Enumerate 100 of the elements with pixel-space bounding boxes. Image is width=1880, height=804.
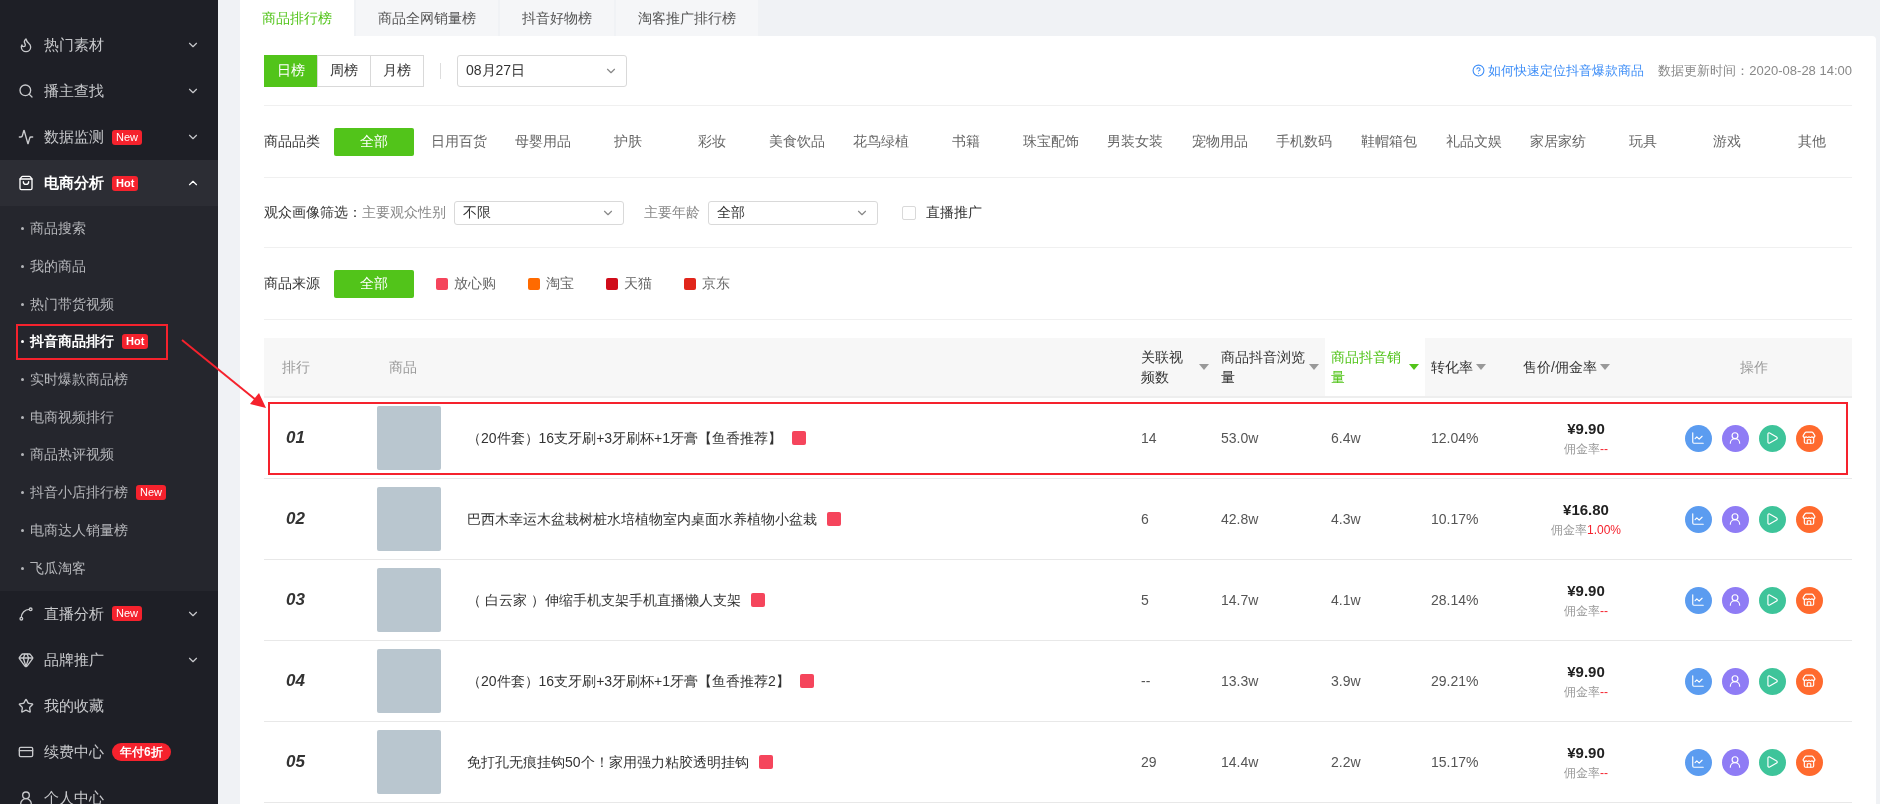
category-option[interactable]: 美食饮品 xyxy=(756,127,837,156)
category-option[interactable]: 玩具 xyxy=(1602,127,1683,156)
submenu-item[interactable]: 实时爆款商品榜 xyxy=(16,361,133,398)
category-option[interactable]: 男装女装 xyxy=(1095,127,1176,156)
source-option[interactable]: 天猫 xyxy=(596,269,662,298)
action-button[interactable] xyxy=(1795,748,1823,776)
sidebar-item[interactable]: 热门素材 xyxy=(0,22,218,68)
sidebar-item[interactable]: 电商分析 Hot xyxy=(0,160,218,206)
badge: Hot xyxy=(112,175,139,191)
action-button[interactable] xyxy=(1684,424,1712,452)
action-button[interactable] xyxy=(1721,424,1749,452)
badge: New xyxy=(112,606,142,622)
action-button[interactable] xyxy=(1795,505,1823,533)
sidebar-item[interactable]: 播主查找 xyxy=(0,68,218,114)
action-button[interactable] xyxy=(1684,748,1712,776)
bag-icon xyxy=(827,512,841,526)
product-photo xyxy=(377,487,441,551)
category-option[interactable]: 宠物用品 xyxy=(1179,127,1260,156)
category-option[interactable]: 礼品文娱 xyxy=(1433,127,1514,156)
sidebar-item[interactable]: 我的收藏 xyxy=(0,682,218,729)
category-option[interactable]: 家居家纺 xyxy=(1518,127,1599,156)
sidebar-item[interactable]: 品牌推广 xyxy=(0,636,218,683)
action-button[interactable] xyxy=(1684,505,1712,533)
category-option[interactable]: 游戏 xyxy=(1687,127,1768,156)
bullet-icon xyxy=(21,265,24,269)
tab[interactable]: 淘客推广排行榜 xyxy=(616,0,758,36)
category-option[interactable]: 护肤 xyxy=(587,127,668,156)
action-button[interactable] xyxy=(1721,505,1749,533)
rank-cell-text: 03 xyxy=(285,589,305,612)
category-option[interactable]: 彩妆 xyxy=(672,127,753,156)
checkbox[interactable] xyxy=(902,205,916,220)
tab[interactable]: 商品全网销量榜 xyxy=(356,0,498,36)
table-cell-text: 4.1w xyxy=(1330,590,1361,610)
submenu-item[interactable]: 商品热评视频 xyxy=(16,436,119,473)
product-name[interactable]: 巴西木幸运木盆栽树桩水培植物室内桌面水养植物小盆栽 xyxy=(467,508,817,530)
date-select[interactable]: 08月27日 xyxy=(457,54,627,87)
category-option[interactable]: 日用百货 xyxy=(418,127,499,156)
product-name[interactable]: （20件套）16支牙刷+3牙刷杯+1牙膏【鱼香推荐】 xyxy=(467,427,783,449)
column-header[interactable]: 关联视频数 xyxy=(1135,338,1215,396)
action-button[interactable] xyxy=(1795,586,1823,614)
column-header[interactable]: 转化率 xyxy=(1425,338,1517,396)
play-icon xyxy=(1765,593,1779,607)
source-option[interactable]: 放心购 xyxy=(426,269,506,298)
category-option[interactable]: 鞋帽箱包 xyxy=(1348,127,1429,156)
action-button[interactable] xyxy=(1758,667,1786,695)
column-header[interactable]: 售价/佣金率 xyxy=(1517,338,1655,396)
action-button[interactable] xyxy=(1684,586,1712,614)
price: ¥9.90 xyxy=(1567,418,1605,439)
age-select[interactable]: 全部 xyxy=(708,200,878,225)
period-tab[interactable]: 周榜 xyxy=(317,54,371,87)
action-button[interactable] xyxy=(1721,748,1749,776)
period-tab[interactable]: 月榜 xyxy=(370,54,424,87)
rank-cell-text: 01 xyxy=(285,427,305,450)
filter-label: 商品来源 xyxy=(264,274,321,293)
submenu-item[interactable]: 热门带货视频 xyxy=(16,286,119,323)
shop-icon xyxy=(1802,674,1816,688)
submenu-item[interactable]: 抖音商品排行 Hot xyxy=(16,323,169,360)
source-option[interactable]: 京东 xyxy=(674,269,740,298)
product-name[interactable]: （20件套）16支牙刷+3牙刷杯+1牙膏【鱼香推荐2】 xyxy=(467,670,790,692)
sidebar-item[interactable]: 数据监测 New xyxy=(0,114,218,160)
gender-select[interactable]: 不限 xyxy=(454,200,624,225)
category-option[interactable]: 母婴用品 xyxy=(503,127,584,156)
action-button[interactable] xyxy=(1758,586,1786,614)
table-cell-text: 13.3w xyxy=(1220,671,1259,691)
action-button[interactable] xyxy=(1795,667,1823,695)
action-button[interactable] xyxy=(1758,424,1786,452)
category-option[interactable]: 其他 xyxy=(1771,127,1852,156)
submenu-item[interactable]: 商品搜索 xyxy=(16,210,91,247)
rank-cell-text: 04 xyxy=(285,670,305,693)
product-name[interactable]: （ 白云家 ）伸缩手机支架手机直播懒人支架 xyxy=(467,589,741,611)
category-option[interactable]: 花鸟绿植 xyxy=(841,127,922,156)
sidebar-item[interactable]: 直播分析 New xyxy=(0,590,218,637)
category-option[interactable]: 书籍 xyxy=(926,127,1007,156)
column-header[interactable]: 商品抖音浏览量 xyxy=(1215,338,1325,396)
action-button[interactable] xyxy=(1758,505,1786,533)
submenu-item[interactable]: 抖音小店排行榜 New xyxy=(16,474,171,511)
column-header: 操作 xyxy=(1655,338,1852,396)
category-option[interactable]: 珠宝配饰 xyxy=(1010,127,1091,156)
submenu-item[interactable]: 我的商品 xyxy=(16,248,91,285)
submenu-item[interactable]: 电商达人销量榜 xyxy=(16,512,133,549)
submenu-item[interactable]: 飞瓜淘客 xyxy=(16,550,91,587)
source-option[interactable]: 淘宝 xyxy=(518,269,584,298)
person-icon xyxy=(1728,755,1742,769)
filter-label: 主要观众性别 xyxy=(362,203,446,222)
action-button[interactable] xyxy=(1758,748,1786,776)
action-button[interactable] xyxy=(1721,667,1749,695)
table-cell-text: 10.17% xyxy=(1430,509,1479,529)
product-photo xyxy=(377,568,441,632)
shop-icon xyxy=(1802,512,1816,526)
action-button[interactable] xyxy=(1684,667,1712,695)
play-icon xyxy=(1765,431,1779,445)
play-icon xyxy=(1765,755,1779,769)
submenu-item[interactable]: 电商视频排行 xyxy=(16,399,119,436)
category-option[interactable]: 手机数码 xyxy=(1264,127,1345,156)
bullet-icon xyxy=(21,528,24,532)
action-button[interactable] xyxy=(1721,586,1749,614)
product-name[interactable]: 免打孔无痕挂钩50个！家用强力粘胶透明挂钩 xyxy=(467,751,749,773)
sidebar-item[interactable]: 续费中心 年付6折 xyxy=(0,728,218,775)
tab[interactable]: 抖音好物榜 xyxy=(500,0,614,36)
action-button[interactable] xyxy=(1795,424,1823,452)
